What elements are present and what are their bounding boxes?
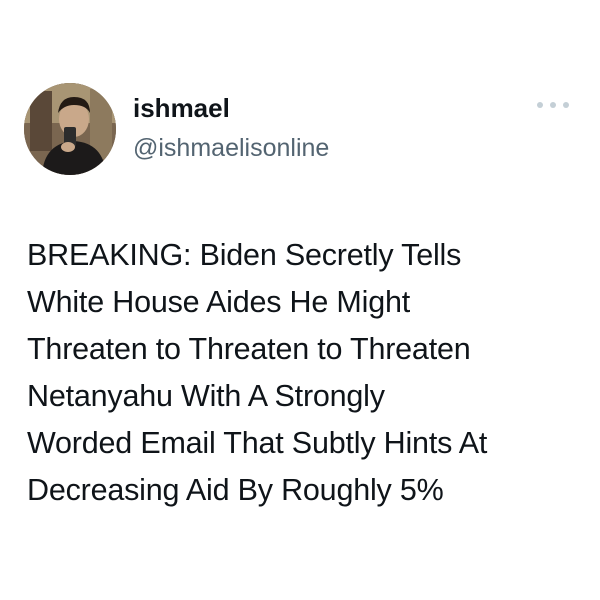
dot (537, 102, 543, 108)
tweet-text: BREAKING: Biden Secretly Tells White Hou… (27, 232, 587, 514)
dot (563, 102, 569, 108)
avatar[interactable] (24, 83, 116, 175)
tweet-text-line: Decreasing Aid By Roughly 5% (27, 473, 444, 507)
tweet-text-line: BREAKING: Biden Secretly Tells (27, 238, 462, 272)
display-name[interactable]: ishmael (133, 93, 230, 124)
tweet-text-line: Netanyahu With A Strongly (27, 379, 385, 413)
tweet-text-line: Threaten to Threaten to Threaten (27, 332, 471, 366)
dot (550, 102, 556, 108)
tweet-text-line: Worded Email That Subtly Hints At (27, 426, 488, 460)
avatar-photo (24, 83, 116, 175)
tweet-card: ishmael @ishmaelisonline BREAKING: Biden… (0, 0, 600, 600)
tweet-text-line: White House Aides He Might (27, 285, 411, 319)
more-horizontal-icon[interactable] (537, 98, 569, 112)
user-handle[interactable]: @ishmaelisonline (133, 134, 329, 163)
